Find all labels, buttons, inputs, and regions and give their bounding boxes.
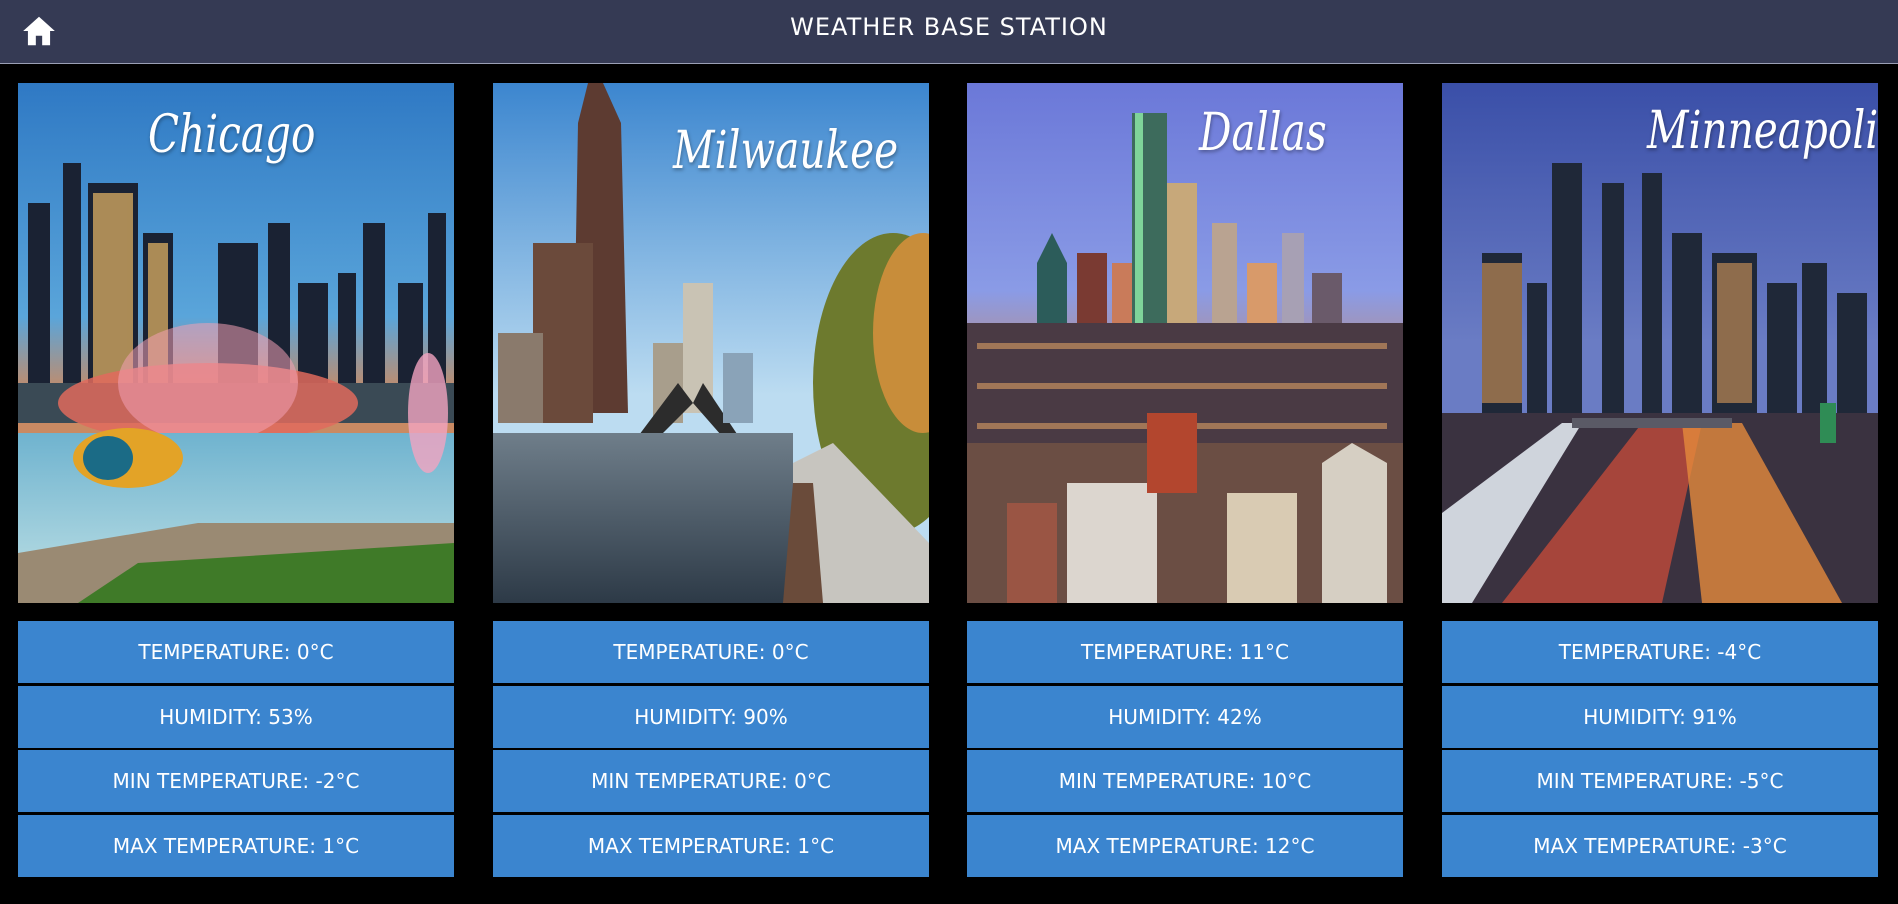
humidity-tile: HUMIDITY: 53% <box>18 685 454 748</box>
stats-minneapolis: TEMPERATURE: -4°C HUMIDITY: 91% MIN TEMP… <box>1442 621 1878 879</box>
min-temperature-tile: MIN TEMPERATURE: -2°C <box>18 750 454 813</box>
stats-dallas: TEMPERATURE: 11°C HUMIDITY: 42% MIN TEMP… <box>967 621 1403 879</box>
city-image-dallas: Dallas <box>967 83 1403 603</box>
humidity-tile: HUMIDITY: 42% <box>967 685 1403 748</box>
city-name-dallas: Dallas <box>1199 103 1327 163</box>
max-temperature-tile: MAX TEMPERATURE: 1°C <box>493 814 929 877</box>
city-image-chicago: Chicago <box>18 83 454 603</box>
temperature-tile: TEMPERATURE: -4°C <box>1442 621 1878 683</box>
min-temperature-tile: MIN TEMPERATURE: -5°C <box>1442 750 1878 813</box>
stats-chicago: TEMPERATURE: 0°C HUMIDITY: 53% MIN TEMPE… <box>18 621 454 879</box>
max-temperature-tile: MAX TEMPERATURE: 1°C <box>18 814 454 877</box>
city-image-minneapolis: Minneapolis <box>1442 83 1878 603</box>
humidity-tile: HUMIDITY: 90% <box>493 685 929 748</box>
humidity-tile: HUMIDITY: 91% <box>1442 685 1878 748</box>
city-card-minneapolis: Minneapolis TEMPERATURE: -4°C HUMIDITY: … <box>1442 83 1878 877</box>
max-temperature-tile: MAX TEMPERATURE: 12°C <box>967 814 1403 877</box>
min-temperature-tile: MIN TEMPERATURE: 0°C <box>493 750 929 813</box>
top-bar: WEATHER BASE STATION <box>0 0 1898 64</box>
temperature-tile: TEMPERATURE: 0°C <box>18 621 454 683</box>
city-image-milwaukee: Milwaukee <box>493 83 929 603</box>
temperature-tile: TEMPERATURE: 11°C <box>967 621 1403 683</box>
stats-milwaukee: TEMPERATURE: 0°C HUMIDITY: 90% MIN TEMPE… <box>493 621 929 879</box>
city-name-minneapolis: Minneapolis <box>1647 101 1878 161</box>
city-card-dallas: Dallas TEMPERATURE: 11°C HUMIDITY: 42% M… <box>967 83 1403 877</box>
city-name-chicago: Chicago <box>148 105 316 165</box>
min-temperature-tile: MIN TEMPERATURE: 10°C <box>967 750 1403 813</box>
city-name-milwaukee: Milwaukee <box>673 121 899 181</box>
temperature-tile: TEMPERATURE: 0°C <box>493 621 929 683</box>
city-card-milwaukee: Milwaukee TEMPERATURE: 0°C HUMIDITY: 90%… <box>493 83 929 877</box>
max-temperature-tile: MAX TEMPERATURE: -3°C <box>1442 814 1878 877</box>
app-title: WEATHER BASE STATION <box>790 13 1108 41</box>
city-card-chicago: Chicago TEMPERATURE: 0°C HUMIDITY: 53% M… <box>18 83 454 877</box>
